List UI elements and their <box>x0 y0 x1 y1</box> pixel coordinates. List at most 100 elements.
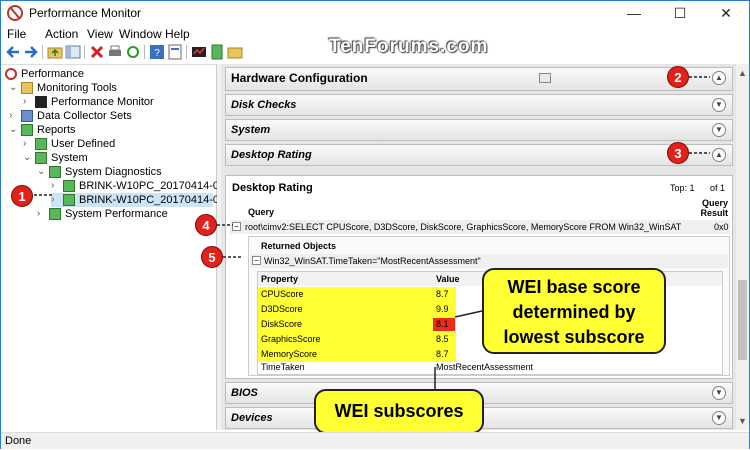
section-title: Hardware Configuration <box>231 71 368 85</box>
property-cell: GraphicsScore <box>261 334 321 344</box>
menu-view[interactable]: View <box>87 27 113 41</box>
collapse-arrow-icon[interactable]: ⌄ <box>37 165 47 179</box>
report-icon[interactable] <box>209 44 225 60</box>
chevron-up-icon[interactable]: ▲ <box>712 148 726 162</box>
monitor-chart-icon <box>35 96 47 108</box>
table-row: D3DScore 9.9 <box>258 302 458 317</box>
expand-arrow-icon[interactable]: › <box>37 207 47 221</box>
expand-arrow-icon[interactable]: › <box>23 137 33 151</box>
navigation-tree: Performance ⌄ Monitoring Tools › Perform… <box>1 64 250 430</box>
collapse-arrow-icon[interactable]: ⌄ <box>9 123 19 137</box>
chevron-down-icon[interactable]: ▼ <box>712 123 726 137</box>
menu-help[interactable]: Help <box>165 27 190 41</box>
help-icon[interactable]: ? <box>149 44 165 60</box>
vertical-scrollbar[interactable]: ▲ ▼ <box>736 64 749 430</box>
scroll-thumb[interactable] <box>738 280 747 360</box>
refresh-icon[interactable] <box>125 44 141 60</box>
section-disk-checks[interactable]: Disk Checks ▼ <box>225 94 733 116</box>
scroll-up-icon[interactable]: ▲ <box>736 68 749 78</box>
callout-line: determined by <box>512 302 636 322</box>
chevron-down-icon[interactable]: ▼ <box>712 386 726 400</box>
hardware-icon <box>539 73 551 83</box>
folder-icon <box>21 82 33 94</box>
collapse-arrow-icon[interactable]: ⌄ <box>23 151 33 165</box>
collapse-box-icon[interactable]: − <box>252 256 261 265</box>
chevron-down-icon[interactable]: ▼ <box>712 411 726 425</box>
report-folder-icon <box>35 138 47 150</box>
minimize-button[interactable]: — <box>611 1 657 25</box>
status-text: Done <box>5 435 32 447</box>
object-text: Win32_WinSAT.TimeTaken="MostRecentAssess… <box>264 256 481 266</box>
back-icon[interactable] <box>5 44 21 60</box>
table-row: CPUScore 8.7 <box>258 287 458 302</box>
folder-icon[interactable] <box>227 44 243 60</box>
show-hide-tree-icon[interactable] <box>65 44 81 60</box>
section-title: System <box>231 124 271 136</box>
top-count: Top: 1 <box>670 183 695 193</box>
collapse-box-icon[interactable]: − <box>232 222 241 231</box>
section-desktop-rating[interactable]: Desktop Rating ▲ <box>225 144 733 166</box>
query-text: root\cimv2:SELECT CPUScore, D3DScore, Di… <box>245 222 682 232</box>
query-header: Query <box>248 207 275 217</box>
reports-icon <box>21 124 33 136</box>
property-header: Property <box>261 274 299 284</box>
property-cell: TimeTaken <box>261 362 305 372</box>
section-title: Devices <box>231 412 273 424</box>
window-title: Performance Monitor <box>29 6 142 20</box>
section-title: Desktop Rating <box>231 149 312 161</box>
status-bar: Done <box>1 432 749 449</box>
section-hardware-configuration[interactable]: Hardware Configuration ▲ <box>225 67 733 91</box>
value-header: Value <box>436 274 460 284</box>
menu-action[interactable]: Action <box>45 27 78 41</box>
performance-icon <box>5 68 17 80</box>
callout-line: WEI base score <box>507 277 641 297</box>
marker-2: 2 <box>667 66 689 88</box>
chevron-down-icon[interactable]: ▼ <box>712 98 726 112</box>
value-cell: 8.5 <box>436 334 449 344</box>
section-system[interactable]: System ▼ <box>225 119 733 141</box>
app-window: Performance Monitor — ☐ ✕ File Action Vi… <box>0 0 750 449</box>
callout-line: lowest subscore <box>503 327 645 347</box>
properties-icon[interactable] <box>167 44 183 60</box>
expand-arrow-icon[interactable]: › <box>51 179 61 193</box>
query-result-header: Query Result <box>700 198 728 218</box>
forward-icon[interactable] <box>23 44 39 60</box>
expand-arrow-icon[interactable]: › <box>23 95 33 109</box>
table-row: GraphicsScore 8.5 <box>258 332 458 347</box>
value-cell: 8.1 <box>436 319 449 329</box>
wei-subscores-callout: WEI subscores <box>314 389 484 434</box>
watermark: TenForums.com <box>329 36 489 57</box>
chevron-up-icon[interactable]: ▲ <box>712 71 726 85</box>
property-cell: CPUScore <box>261 289 304 299</box>
query-result-value: 0x0 <box>714 222 729 232</box>
marker-1: 1 <box>11 185 33 207</box>
report-icon <box>63 180 75 192</box>
delete-icon[interactable] <box>89 44 105 60</box>
section-title: Disk Checks <box>231 99 297 111</box>
marker-3: 3 <box>667 142 689 164</box>
value-cell: 9.9 <box>436 304 449 314</box>
marker-4: 4 <box>195 214 217 236</box>
desktop-rating-title: Desktop Rating <box>232 182 313 194</box>
close-button[interactable]: ✕ <box>703 1 749 25</box>
svg-text:?: ? <box>154 48 160 59</box>
marker-5: 5 <box>201 246 223 268</box>
expand-arrow-icon[interactable]: › <box>51 193 61 207</box>
print-icon[interactable] <box>107 44 123 60</box>
monitor-icon[interactable] <box>191 44 207 60</box>
title-bar: Performance Monitor — ☐ ✕ <box>1 1 749 25</box>
property-cell: DiskScore <box>261 319 303 329</box>
report-folder-icon <box>35 152 47 164</box>
collapse-arrow-icon[interactable]: ⌄ <box>9 81 19 95</box>
up-folder-icon[interactable] <box>47 44 63 60</box>
query-row[interactable]: − root\cimv2:SELECT CPUScore, D3DScore, … <box>230 220 730 234</box>
menu-window[interactable]: Window <box>119 27 162 41</box>
expand-arrow-icon[interactable]: › <box>9 109 19 123</box>
tree-item-report-2[interactable]: › BRINK-W10PC_20170414-000002 <box>51 193 250 207</box>
object-row[interactable]: − Win32_WinSAT.TimeTaken="MostRecentAsse… <box>250 254 728 268</box>
scroll-down-icon[interactable]: ▼ <box>736 416 749 426</box>
maximize-button[interactable]: ☐ <box>657 1 703 25</box>
menu-file[interactable]: File <box>7 27 26 41</box>
of-count: of 1 <box>710 183 726 193</box>
report-folder-icon <box>49 208 61 220</box>
